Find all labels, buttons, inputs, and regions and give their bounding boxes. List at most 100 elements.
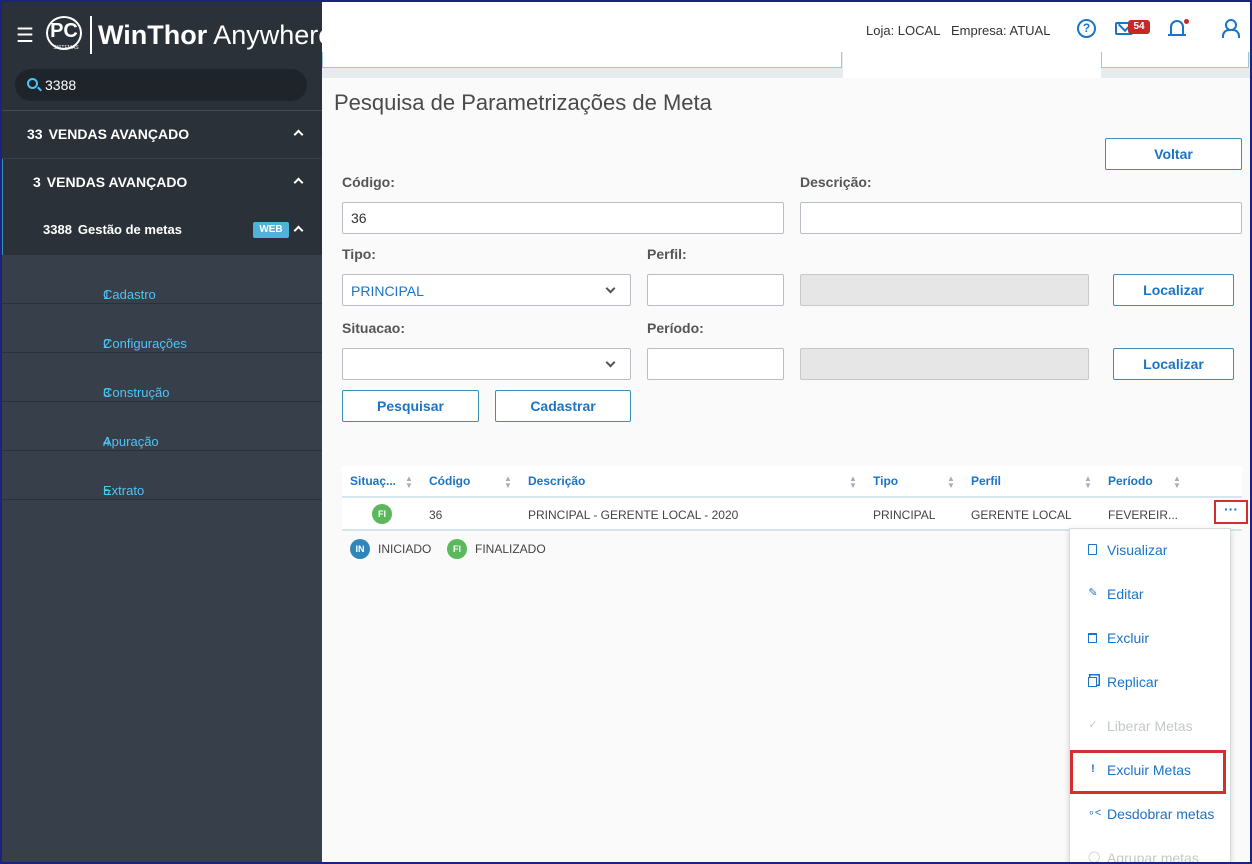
menu-item-editar[interactable]: ✎ Editar xyxy=(1070,573,1230,617)
nav-level1-vendas-avancado[interactable]: 33 VENDAS AVANÇADO xyxy=(0,110,322,158)
pesquisar-button[interactable]: Pesquisar xyxy=(342,390,479,422)
descricao-input[interactable] xyxy=(800,202,1242,234)
situacao-select[interactable] xyxy=(342,348,631,380)
page-title: Pesquisa de Parametrizações de Meta xyxy=(334,90,712,115)
user-icon[interactable] xyxy=(1222,19,1240,38)
main-content: Pesquisa de Parametrizações de Meta Volt… xyxy=(322,78,1250,864)
column-header-codigo[interactable]: Código xyxy=(429,474,470,488)
sort-icon[interactable]: ▲ ▼ xyxy=(504,475,512,490)
empresa-label: Empresa: ATUAL xyxy=(951,23,1051,38)
localizar-periodo-button[interactable]: Localizar xyxy=(1113,348,1234,380)
pc-logo: PC SISTEMAS xyxy=(46,16,82,51)
column-header-periodo[interactable]: Período xyxy=(1108,474,1153,488)
menu-item-label: Liberar Metas xyxy=(1107,718,1193,734)
mail-count-badge: 54 xyxy=(1128,20,1150,34)
sidebar-item-cadastro[interactable]: 1 Cadastro xyxy=(0,255,322,304)
group-icon: ◯ xyxy=(1088,851,1101,863)
sort-icon[interactable]: ▲ ▼ xyxy=(1173,475,1181,490)
table-row[interactable]: FI 36 PRINCIPAL - GERENTE LOCAL - 2020 P… xyxy=(342,498,1248,531)
hamburger-menu-icon[interactable]: ☰ xyxy=(16,26,34,46)
sidebar-item-extrato[interactable]: 5 Extrato xyxy=(0,451,322,500)
periodo-code-input[interactable] xyxy=(647,348,784,380)
copy-icon xyxy=(1088,677,1097,687)
nav-level3-label: 3388 Gestão de metas xyxy=(43,222,182,237)
cadastrar-button[interactable]: Cadastrar xyxy=(495,390,631,422)
periodo-label: Período: xyxy=(647,320,704,336)
search-input[interactable] xyxy=(45,73,295,97)
sidebar-subitems: 1 Cadastro 2 Configurações 3 Construção 4 Ap… xyxy=(0,255,322,500)
legend-badge-finalizado: FI xyxy=(447,539,467,559)
sidebar-search xyxy=(15,69,307,101)
legend-label-finalizado: FINALIZADO xyxy=(475,542,546,556)
share-icon: ∘< xyxy=(1088,807,1102,819)
logo-divider xyxy=(90,16,92,54)
column-header-tipo[interactable]: Tipo xyxy=(873,474,898,488)
chevron-up-icon xyxy=(293,225,304,236)
row-actions-menu: Visualizar ✎ Editar Excluir Replicar ✓ L… xyxy=(1069,528,1231,864)
sort-icon[interactable]: ▲ ▼ xyxy=(405,475,413,490)
nav-level2-vendas-avancado[interactable]: 3 VENDAS AVANÇADO xyxy=(0,159,322,207)
situacao-label: Situacao: xyxy=(342,320,406,336)
menu-item-visualizar[interactable]: Visualizar xyxy=(1070,529,1230,573)
menu-item-desdobrar-metas[interactable]: ∘< Desdobrar metas xyxy=(1070,793,1230,837)
perfil-description-field xyxy=(800,274,1089,306)
tab-current[interactable] xyxy=(843,52,1101,78)
results-table-header: Situaç... ▲ ▼ Código ▲ ▼ Descrição ▲ ▼ Tipo… xyxy=(342,466,1242,498)
menu-item-replicar[interactable]: Replicar xyxy=(1070,661,1230,705)
codigo-label: Código: xyxy=(342,174,395,190)
perfil-label: Perfil: xyxy=(647,246,687,262)
codigo-input[interactable] xyxy=(342,202,784,234)
document-icon xyxy=(1088,544,1097,555)
sidebar-top: ☰ PC SISTEMAS WinThor Anywhere xyxy=(0,0,333,110)
web-badge: WEB xyxy=(253,222,289,238)
menu-item-label: Editar xyxy=(1107,586,1144,602)
brand-logo: WinThor Anywhere xyxy=(98,20,334,50)
cell-tipo: PRINCIPAL xyxy=(873,508,936,522)
sidebar: ☰ PCSISTEMAS WinThor Anywhere 33VENDAS A… xyxy=(0,0,333,864)
nav-level3-gestao-de-metas[interactable]: 3388 Gestão de metas WEB xyxy=(0,207,322,255)
descricao-label: Descrição: xyxy=(800,174,872,190)
periodo-description-field xyxy=(800,348,1089,380)
loja-label: Loja: LOCAL xyxy=(866,23,941,38)
voltar-button[interactable]: Voltar xyxy=(1105,138,1242,170)
highlight-box xyxy=(1070,750,1226,794)
column-header-perfil[interactable]: Perfil xyxy=(971,474,1001,488)
tab-previous[interactable] xyxy=(322,52,842,68)
row-actions-button[interactable]: ··· xyxy=(1214,500,1248,524)
help-icon[interactable]: ? xyxy=(1077,19,1096,38)
chevron-down-icon xyxy=(605,357,616,368)
cell-descricao: PRINCIPAL - GERENTE LOCAL - 2020 xyxy=(528,508,739,522)
search-icon xyxy=(27,78,38,89)
bell-icon[interactable] xyxy=(1168,20,1186,36)
sidebar-item-apuracao[interactable]: 4 Apuração xyxy=(0,402,322,451)
status-badge: FI xyxy=(372,504,392,524)
localizar-perfil-button[interactable]: Localizar xyxy=(1113,274,1234,306)
column-header-descricao[interactable]: Descrição xyxy=(528,474,585,488)
sort-icon[interactable]: ▲ ▼ xyxy=(849,475,857,490)
column-header-situacao[interactable]: Situaç... xyxy=(350,474,396,488)
sidebar-item-construcao[interactable]: 3 Construção xyxy=(0,353,322,402)
sort-icon[interactable]: ▲ ▼ xyxy=(947,475,955,490)
menu-item-liberar-metas: ✓ Liberar Metas xyxy=(1070,705,1230,749)
menu-item-label: Visualizar xyxy=(1107,542,1168,558)
sort-icon[interactable]: ▲ ▼ xyxy=(1084,475,1092,490)
perfil-code-input[interactable] xyxy=(647,274,784,306)
sidebar-item-configuracoes[interactable]: 2 Configurações xyxy=(0,304,322,353)
tipo-select[interactable]: PRINCIPAL xyxy=(342,274,631,306)
pencil-icon: ✎ xyxy=(1088,587,1098,599)
check-icon: ✓ xyxy=(1088,719,1098,731)
tipo-label: Tipo: xyxy=(342,246,376,262)
chevron-down-icon xyxy=(605,283,616,294)
legend-label-iniciado: INICIADO xyxy=(378,542,432,556)
menu-item-excluir[interactable]: Excluir xyxy=(1070,617,1230,661)
notification-dot xyxy=(1184,19,1189,24)
tab-strip xyxy=(322,52,1250,78)
trash-icon xyxy=(1088,633,1097,643)
tipo-selected-value: PRINCIPAL xyxy=(351,283,424,299)
cell-periodo: FEVEREIR... xyxy=(1108,508,1179,522)
cell-codigo: 36 xyxy=(429,508,443,522)
menu-item-label: Agrupar metas xyxy=(1107,850,1199,864)
menu-item-agrupar-metas: ◯ Agrupar metas xyxy=(1070,837,1230,864)
cell-perfil: GERENTE LOCAL xyxy=(971,508,1072,522)
tab-next[interactable] xyxy=(1101,52,1249,68)
